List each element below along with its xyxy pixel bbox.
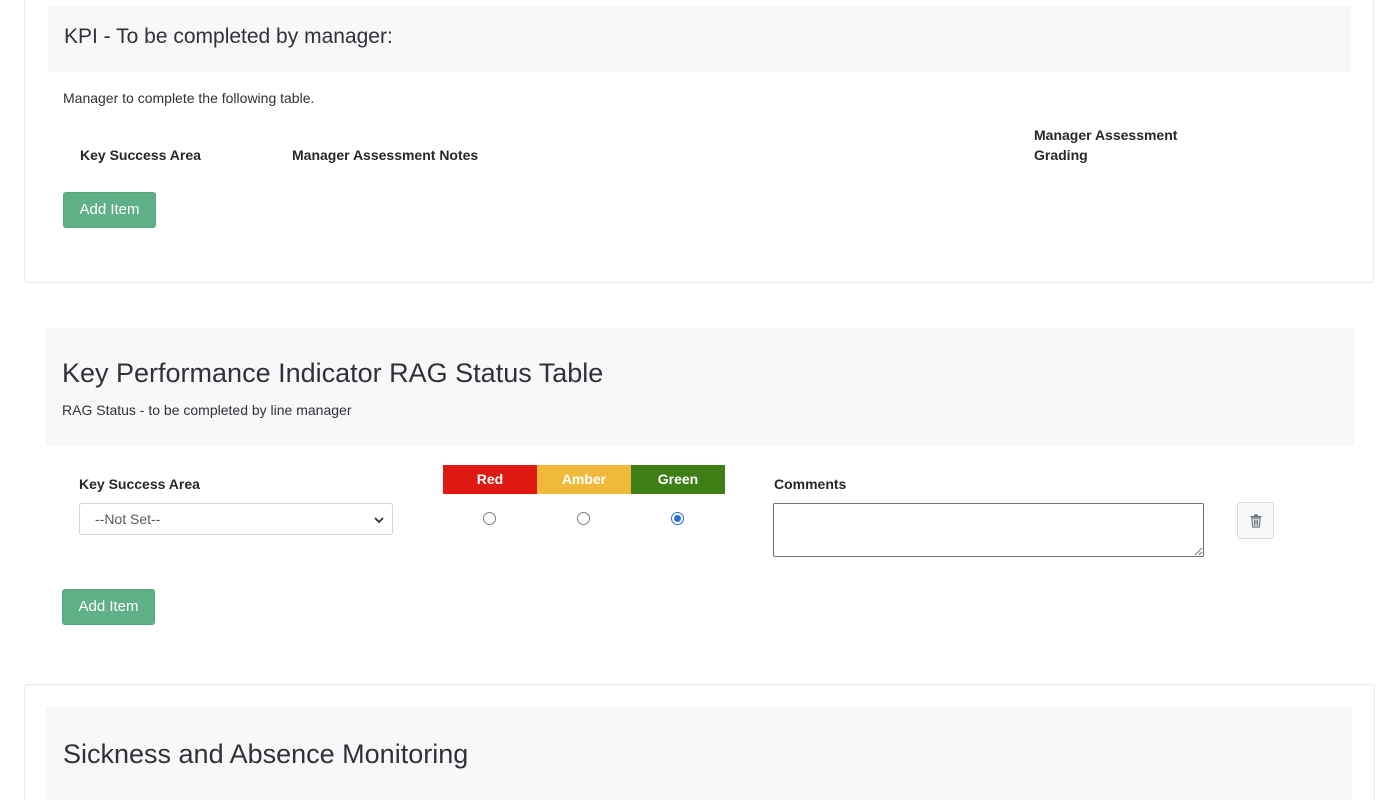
rag-column-amber: Amber — [537, 465, 631, 494]
kpi-section-description: Manager to complete the following table. — [63, 90, 315, 106]
kpi-column-assessment-grading: Manager Assessment Grading — [1034, 127, 1178, 163]
rag-add-item-button[interactable]: Add Item — [62, 589, 155, 625]
rag-column-green: Green — [631, 465, 725, 494]
delete-row-button[interactable] — [1237, 502, 1274, 539]
comments-textarea[interactable] — [773, 503, 1204, 557]
rag-radio-amber[interactable] — [577, 512, 590, 525]
rag-column-comments: Comments — [774, 476, 847, 492]
rag-section-title: Key Performance Indicator RAG Status Tab… — [62, 358, 604, 388]
kpi-add-item-button[interactable]: Add Item — [63, 192, 156, 228]
trash-icon — [1250, 514, 1262, 528]
key-success-area-select-value: --Not Set-- — [95, 511, 161, 527]
rag-column-key-success-area: Key Success Area — [79, 476, 200, 492]
key-success-area-select[interactable]: --Not Set-- — [79, 503, 393, 535]
rag-section-subtitle: RAG Status - to be completed by line man… — [62, 402, 352, 418]
kpi-column-key-success-area: Key Success Area — [80, 147, 201, 163]
kpi-column-assessment-notes: Manager Assessment Notes — [292, 147, 479, 163]
kpi-section-title: KPI - To be completed by manager: — [64, 25, 393, 48]
chevron-down-icon — [374, 517, 384, 524]
rag-column-red: Red — [443, 465, 537, 494]
page: KPI - To be completed by manager: Manage… — [0, 0, 1400, 800]
rag-radio-green[interactable] — [671, 512, 684, 525]
sickness-section-title: Sickness and Absence Monitoring — [63, 739, 469, 769]
rag-radio-red[interactable] — [483, 512, 496, 525]
